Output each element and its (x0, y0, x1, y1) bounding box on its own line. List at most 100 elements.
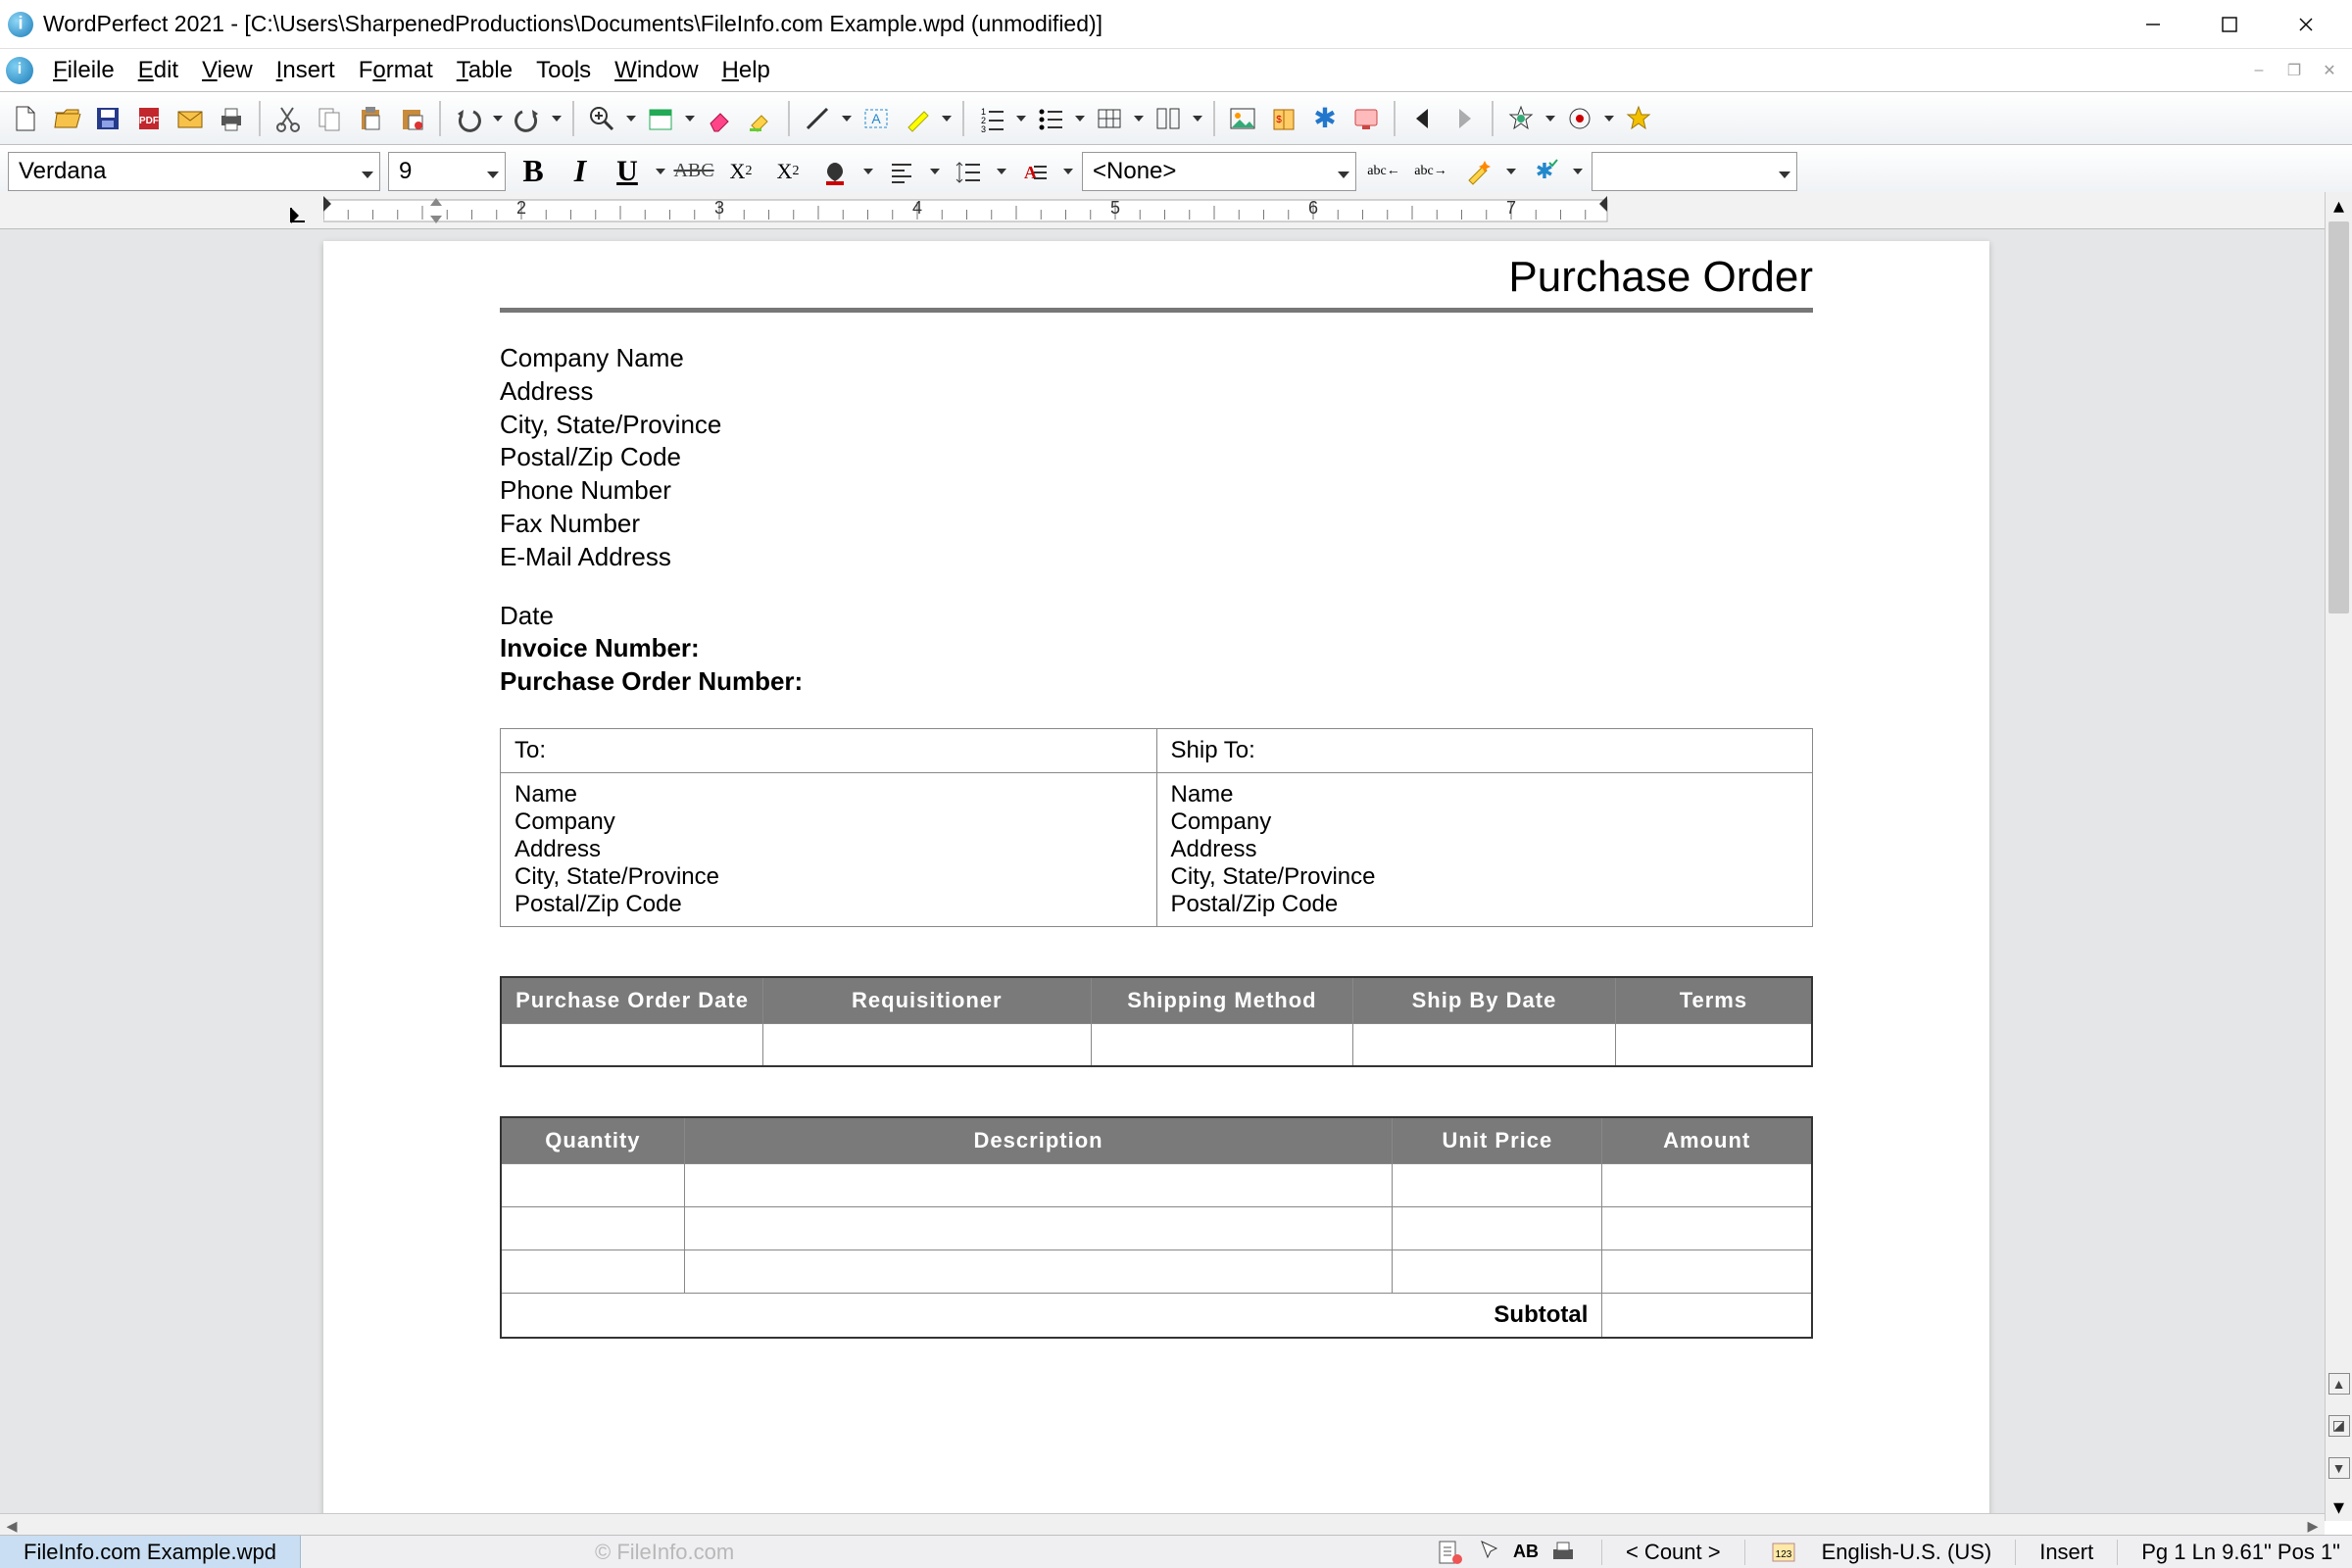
minimize-button[interactable] (2115, 1, 2191, 48)
line-icon[interactable] (800, 101, 835, 136)
bullets-dropdown[interactable] (1074, 116, 1086, 122)
macro-rec-icon[interactable] (1562, 101, 1597, 136)
bullets-icon[interactable] (1033, 101, 1068, 136)
scroll-thumb[interactable] (2328, 221, 2349, 613)
browse-object-button[interactable]: ◪ (2328, 1415, 2350, 1437)
highlight-tool-icon[interactable] (743, 101, 778, 136)
font-name-combo[interactable]: Verdana (8, 152, 380, 191)
printer-status-icon[interactable] (1548, 1538, 1578, 1567)
font-color-button[interactable] (815, 152, 855, 191)
open-icon[interactable] (49, 101, 84, 136)
subscript-button[interactable]: X2 (721, 152, 760, 191)
linespacing-dropdown[interactable] (996, 169, 1007, 174)
columns-icon[interactable] (1151, 101, 1186, 136)
page[interactable]: Purchase Order Company Name Address City… (323, 241, 1989, 1521)
menu-format[interactable]: Format (347, 53, 445, 88)
autoformat-button[interactable] (1458, 152, 1497, 191)
undo-dropdown[interactable] (492, 116, 504, 122)
eraser-icon[interactable] (702, 101, 737, 136)
reveal-codes-icon[interactable] (1435, 1538, 1464, 1567)
menu-file[interactable]: Fileile (41, 53, 126, 88)
close-button[interactable] (2268, 1, 2344, 48)
numbering-icon[interactable]: 123 (974, 101, 1009, 136)
menu-tools[interactable]: Tools (524, 53, 603, 88)
next-style-button[interactable]: abc→ (1411, 152, 1450, 191)
prev-page-button[interactable]: ▲ (2328, 1373, 2350, 1395)
undo-icon[interactable] (451, 101, 486, 136)
justify-button[interactable] (882, 152, 921, 191)
extra-combo[interactable] (1592, 152, 1797, 191)
copy-icon[interactable] (312, 101, 347, 136)
style-combo[interactable]: <None> (1082, 152, 1356, 191)
speller-dropdown[interactable] (1572, 169, 1584, 174)
justify-dropdown[interactable] (929, 169, 941, 174)
tablesmall-dropdown[interactable] (1133, 116, 1145, 122)
zoom-dropdown[interactable] (625, 116, 637, 122)
menu-window[interactable]: Window (603, 53, 710, 88)
date-icon[interactable] (643, 101, 678, 136)
mail-icon[interactable] (172, 101, 208, 136)
line-dropdown[interactable] (841, 116, 853, 122)
favorite-icon[interactable] (1621, 101, 1656, 136)
redo-dropdown[interactable] (551, 116, 563, 122)
book-icon[interactable]: $ (1266, 101, 1301, 136)
menu-help[interactable]: Help (710, 53, 782, 88)
highlighter-dropdown[interactable] (941, 116, 953, 122)
cursor-icon[interactable] (1474, 1538, 1503, 1567)
strikethrough-button[interactable]: ABC (674, 152, 713, 191)
font-size-combo[interactable]: 9 (388, 152, 506, 191)
mdi-minimize-button[interactable]: – (2244, 59, 2274, 82)
prev-style-button[interactable]: abc← (1364, 152, 1403, 191)
autoformat-dropdown[interactable] (1505, 169, 1517, 174)
redo-icon[interactable] (510, 101, 545, 136)
back-icon[interactable] (1405, 101, 1441, 136)
quickformat-dropdown[interactable] (1062, 169, 1074, 174)
vertical-scrollbar[interactable]: ▴ ▲ ◪ ▼ ▾ (2325, 192, 2352, 1521)
mdi-restore-button[interactable]: ❐ (2279, 59, 2309, 82)
bold-button[interactable]: B (514, 152, 553, 191)
underline-dropdown[interactable] (655, 169, 666, 174)
asterisk-icon[interactable]: ✱ (1307, 101, 1343, 136)
menu-table[interactable]: Table (445, 53, 524, 88)
superscript-button[interactable]: X2 (768, 152, 808, 191)
scroll-up-icon[interactable]: ▴ (2326, 192, 2352, 220)
document-tab[interactable]: FileInfo.com Example.wpd (0, 1536, 301, 1568)
document-body[interactable]: Purchase Order Company Name Address City… (500, 253, 1813, 1521)
maximize-button[interactable] (2191, 1, 2268, 48)
count-indicator[interactable]: < Count > (1626, 1540, 1721, 1565)
language-label[interactable]: English-U.S. (US) (1822, 1540, 1992, 1565)
table-small-icon[interactable] (1092, 101, 1127, 136)
pdf-icon[interactable]: PDF (131, 101, 167, 136)
cut-icon[interactable] (270, 101, 306, 136)
macrorec-dropdown[interactable] (1603, 116, 1615, 122)
print-icon[interactable] (214, 101, 249, 136)
language-icon[interactable]: 123 (1769, 1538, 1798, 1567)
date-dropdown[interactable] (684, 116, 696, 122)
new-icon[interactable] (8, 101, 43, 136)
numbering-dropdown[interactable] (1015, 116, 1027, 122)
fontcolor-dropdown[interactable] (862, 169, 874, 174)
scroll-down-icon[interactable]: ▾ (2326, 1494, 2352, 1521)
paste-special-icon[interactable] (394, 101, 429, 136)
italic-button[interactable]: I (561, 152, 600, 191)
macro-dropdown[interactable] (1544, 116, 1556, 122)
highlighter-icon[interactable] (900, 101, 935, 136)
zoom-icon[interactable] (584, 101, 619, 136)
screenshot-icon[interactable] (1348, 101, 1384, 136)
app-menu-icon[interactable] (6, 57, 33, 84)
columns-dropdown[interactable] (1192, 116, 1203, 122)
textbox-icon[interactable]: A (858, 101, 894, 136)
horizontal-ruler[interactable]: 234567 (0, 192, 2325, 229)
mdi-close-button[interactable]: ✕ (2315, 59, 2344, 82)
quickformat-button[interactable]: A (1015, 152, 1054, 191)
underline-button[interactable]: U (608, 152, 647, 191)
menu-insert[interactable]: Insert (265, 53, 347, 88)
forward-icon[interactable] (1446, 101, 1482, 136)
paste-icon[interactable] (353, 101, 388, 136)
next-page-button[interactable]: ▼ (2328, 1457, 2350, 1479)
horizontal-scrollbar[interactable]: ◂ ▸ (0, 1513, 2325, 1537)
ab-icon[interactable]: AB (1513, 1542, 1539, 1562)
insert-mode[interactable]: Insert (2039, 1540, 2093, 1565)
macro-play-icon[interactable] (1503, 101, 1539, 136)
save-icon[interactable] (90, 101, 125, 136)
